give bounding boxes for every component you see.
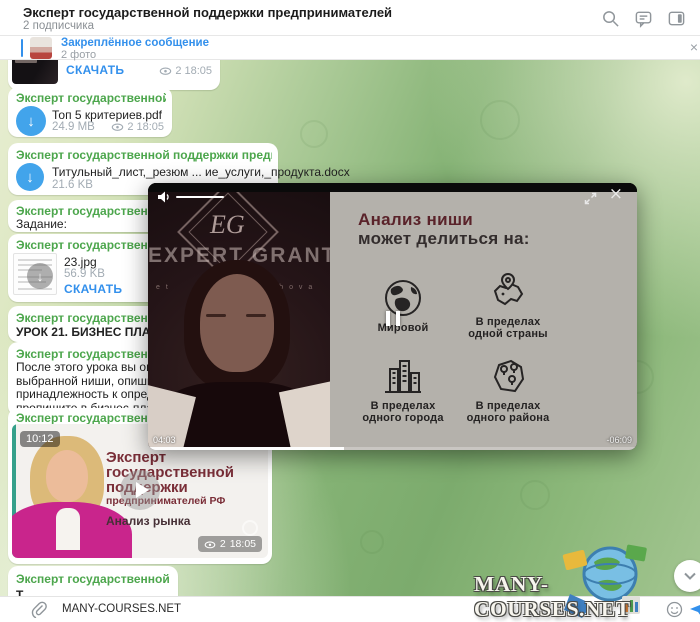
- file-download-icon[interactable]: ↓: [16, 106, 46, 136]
- message-time: 18:05: [230, 538, 256, 550]
- player-remaining-time: -06:09: [606, 435, 632, 445]
- player-current-time: 04:03: [153, 435, 176, 445]
- view-count: 2: [220, 538, 226, 550]
- view-count: 2: [175, 65, 181, 77]
- slide-item-world: Мировой: [343, 277, 463, 334]
- pinned-thumbnail: [30, 37, 52, 59]
- brand-handle-left: e t: [156, 284, 170, 291]
- eye-icon: [204, 540, 216, 548]
- message-file-pdf: Эксперт государственной поддерж... ↓ Топ…: [8, 87, 172, 137]
- send-icon[interactable]: [690, 601, 700, 619]
- district-map-icon: [487, 355, 529, 397]
- search-icon[interactable]: [601, 9, 620, 28]
- sender-name[interactable]: Эксперт государственной поддерж...: [16, 572, 172, 586]
- pinned-label: Закреплённое сообщение: [61, 37, 209, 49]
- slide-item-district: В пределаходного района: [448, 355, 568, 424]
- slide-title-line1: Анализ ниши: [358, 210, 473, 230]
- file-name[interactable]: Титульный_лист,_резюм ... ие_услуги,_про…: [52, 165, 350, 179]
- chat-header: Эксперт государственной поддержки предпр…: [0, 0, 700, 36]
- channel-watermark-icon: [242, 520, 258, 536]
- pause-icon[interactable]: [386, 311, 400, 326]
- slide-title-line2: может делиться на:: [358, 229, 530, 249]
- subscriber-count: 2 подписчика: [23, 20, 94, 32]
- pinned-meta: 2 фото: [61, 49, 96, 61]
- video-subtitle: Анализ рынка: [106, 514, 190, 528]
- file-size: 24.9 MB: [52, 121, 95, 133]
- expand-icon[interactable]: [584, 192, 597, 205]
- message-input[interactable]: MANY-COURSES.NET: [62, 603, 181, 615]
- country-map-icon: [487, 271, 529, 313]
- message-partial: Эксперт государственной поддерж... T: [8, 566, 178, 596]
- message-text: Задание:: [16, 217, 67, 231]
- close-icon[interactable]: ×: [690, 39, 698, 55]
- message-time: 18:05: [184, 65, 212, 77]
- seek-bar[interactable]: [148, 447, 637, 450]
- file-size: 21.6 KB: [52, 179, 93, 191]
- eye-icon: [159, 67, 172, 76]
- message-time: 18:05: [136, 121, 164, 133]
- chevron-down-icon: [682, 568, 698, 584]
- sidebar-toggle-icon[interactable]: [667, 9, 686, 28]
- sender-name[interactable]: Эксперт государственной поддержки предпр…: [16, 148, 272, 162]
- volume-slider[interactable]: [176, 196, 224, 198]
- player-webcam-region: EG EXPERT GRANTA e t t l e b o v a: [148, 192, 330, 450]
- slide-item-city: В пределаходного города: [343, 355, 463, 424]
- play-icon[interactable]: [120, 470, 160, 510]
- mute-icon[interactable]: [157, 190, 172, 204]
- pinned-message-bar[interactable]: Закреплённое сообщение 2 фото ×: [0, 36, 700, 60]
- view-count: 2: [127, 121, 133, 133]
- message-composer[interactable]: MANY-COURSES.NET: [0, 596, 700, 622]
- close-icon[interactable]: ×: [609, 184, 623, 204]
- file-name[interactable]: Топ 5 критериев.pdf: [52, 108, 162, 122]
- player-slide-region: Анализ ниши может делиться на: Мировой В…: [330, 192, 637, 450]
- scroll-to-bottom-button[interactable]: [674, 560, 700, 592]
- channel-title: Эксперт государственной поддержки предпр…: [23, 5, 392, 20]
- slide-item-country: В пределаходной страны: [448, 271, 568, 340]
- sender-name[interactable]: Эксперт государственной поддерж...: [16, 91, 166, 105]
- download-link[interactable]: СКАЧАТЬ: [66, 63, 124, 77]
- video-duration-badge: 10:12: [20, 431, 60, 447]
- pip-video-player[interactable]: EG EXPERT GRANTA e t t l e b o v a Анали…: [148, 183, 637, 450]
- download-overlay-icon[interactable]: ↓: [27, 263, 53, 289]
- file-name[interactable]: 23.jpg: [64, 255, 97, 269]
- emoji-icon[interactable]: [666, 601, 683, 618]
- file-size: 56.9 KB: [64, 268, 105, 280]
- telegram-window: Эксперт государственной поддержки предпр…: [0, 0, 700, 622]
- eye-icon: [111, 123, 124, 132]
- paperclip-icon[interactable]: [30, 601, 47, 618]
- download-link[interactable]: СКАЧАТЬ: [64, 282, 122, 296]
- pinned-accent-line: [21, 39, 23, 57]
- brand-monogram: EG: [210, 210, 245, 240]
- image-preview[interactable]: ↓: [13, 253, 57, 295]
- message-photo-download: СКАЧАТЬ 2 18:05: [8, 60, 220, 90]
- discussion-icon[interactable]: [634, 9, 653, 28]
- file-download-icon[interactable]: ↓: [16, 163, 44, 191]
- city-buildings-icon: [382, 355, 424, 397]
- photo-thumbnail[interactable]: [12, 60, 58, 84]
